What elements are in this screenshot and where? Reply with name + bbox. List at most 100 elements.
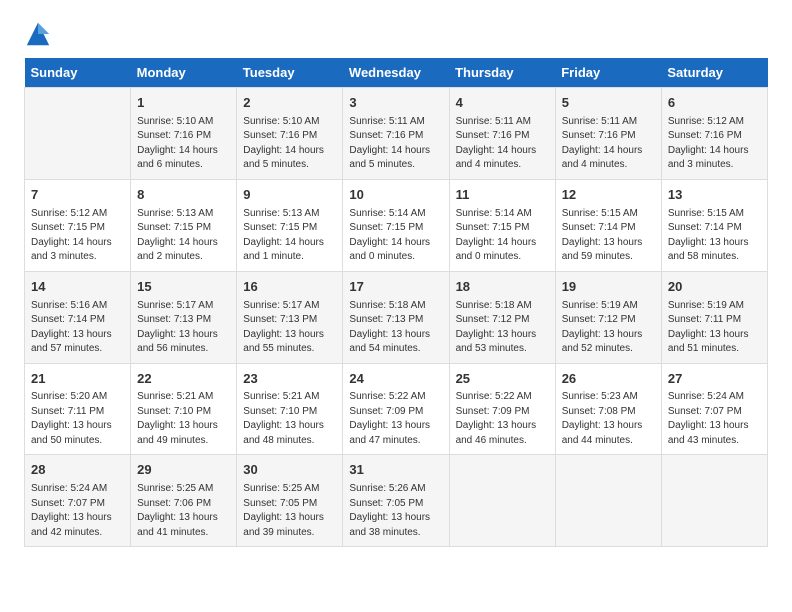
calendar-table: SundayMondayTuesdayWednesdayThursdayFrid…: [24, 58, 768, 547]
cell-info: Sunrise: 5:21 AM Sunset: 7:10 PM Dayligh…: [137, 390, 230, 448]
calendar-cell: [25, 88, 131, 180]
calendar-week-4: 28Sunrise: 5:24 AM Sunset: 7:07 PM Dayli…: [25, 455, 768, 547]
calendar-cell: 29 Sunrise: 5:25 AM Sunset: 7:06 PM Dayli…: [131, 455, 237, 547]
cell-info: Sunrise: 5:10 AM Sunset: 7:16 PM Dayligh…: [243, 115, 336, 173]
cell-info: Sunrise: 5:13 AM Sunset: 7:15 PM Dayligh…: [243, 207, 336, 265]
cell-info: Sunrise: 5:21 AM Sunset: 7:10 PM Dayligh…: [243, 390, 336, 448]
day-number: 11: [456, 186, 549, 205]
calendar-cell: 18 Sunrise: 5:18 AM Sunset: 7:12 PM Dayli…: [449, 271, 555, 363]
cell-info: Sunrise: 5:17 AM Sunset: 7:13 PM Dayligh…: [137, 299, 230, 357]
calendar-cell: 21Sunrise: 5:20 AM Sunset: 7:11 PM Dayli…: [25, 363, 131, 455]
cell-info: Sunrise: 5:25 AM Sunset: 7:06 PM Dayligh…: [137, 482, 230, 540]
calendar-week-1: 7 Sunrise: 5:12 AM Sunset: 7:15 PM Daylig…: [25, 179, 768, 271]
day-number: 8: [137, 186, 230, 205]
calendar-cell: 3 Sunrise: 5:11 AM Sunset: 7:16 PM Daylig…: [343, 88, 449, 180]
calendar-cell: 23Sunrise: 5:21 AM Sunset: 7:10 PM Dayli…: [237, 363, 343, 455]
cell-info: Sunrise: 5:16 AM Sunset: 7:14 PM Dayligh…: [31, 299, 124, 357]
cell-info: Sunrise: 5:11 AM Sunset: 7:16 PM Dayligh…: [349, 115, 442, 173]
calendar-cell: 30Sunrise: 5:25 AM Sunset: 7:05 PM Dayli…: [237, 455, 343, 547]
calendar-cell: 11 Sunrise: 5:14 AM Sunset: 7:15 PM Dayli…: [449, 179, 555, 271]
day-number: 18: [456, 278, 549, 297]
calendar-cell: [661, 455, 767, 547]
header-day-wednesday: Wednesday: [343, 58, 449, 88]
calendar-cell: 16Sunrise: 5:17 AM Sunset: 7:13 PM Dayli…: [237, 271, 343, 363]
cell-info: Sunrise: 5:18 AM Sunset: 7:12 PM Dayligh…: [456, 299, 549, 357]
calendar-cell: 25Sunrise: 5:22 AM Sunset: 7:09 PM Dayli…: [449, 363, 555, 455]
day-number: 31: [349, 461, 442, 480]
cell-info: Sunrise: 5:11 AM Sunset: 7:16 PM Dayligh…: [456, 115, 549, 173]
day-number: 14: [31, 278, 124, 297]
day-number: 10: [349, 186, 442, 205]
calendar-cell: 31 Sunrise: 5:26 AM Sunset: 7:05 PM Dayli…: [343, 455, 449, 547]
calendar-cell: 5 Sunrise: 5:11 AM Sunset: 7:16 PM Daylig…: [555, 88, 661, 180]
cell-info: Sunrise: 5:20 AM Sunset: 7:11 PM Dayligh…: [31, 390, 124, 448]
calendar-cell: 20 Sunrise: 5:19 AM Sunset: 7:11 PM Dayli…: [661, 271, 767, 363]
calendar-cell: 14 Sunrise: 5:16 AM Sunset: 7:14 PM Dayli…: [25, 271, 131, 363]
calendar-cell: 27Sunrise: 5:24 AM Sunset: 7:07 PM Dayli…: [661, 363, 767, 455]
header: [24, 20, 768, 48]
cell-info: Sunrise: 5:22 AM Sunset: 7:09 PM Dayligh…: [456, 390, 549, 448]
day-number: 3: [349, 94, 442, 113]
calendar-cell: 26Sunrise: 5:23 AM Sunset: 7:08 PM Dayli…: [555, 363, 661, 455]
day-number: 19: [562, 278, 655, 297]
cell-info: Sunrise: 5:13 AM Sunset: 7:15 PM Dayligh…: [137, 207, 230, 265]
day-number: 4: [456, 94, 549, 113]
day-number: 5: [562, 94, 655, 113]
calendar-cell: 8 Sunrise: 5:13 AM Sunset: 7:15 PM Daylig…: [131, 179, 237, 271]
day-number: 25: [456, 370, 549, 389]
calendar-week-0: 1 Sunrise: 5:10 AM Sunset: 7:16 PM Daylig…: [25, 88, 768, 180]
day-number: 23: [243, 370, 336, 389]
calendar-header-row: SundayMondayTuesdayWednesdayThursdayFrid…: [25, 58, 768, 88]
cell-info: Sunrise: 5:24 AM Sunset: 7:07 PM Dayligh…: [668, 390, 761, 448]
header-day-sunday: Sunday: [25, 58, 131, 88]
calendar-cell: 15Sunrise: 5:17 AM Sunset: 7:13 PM Dayli…: [131, 271, 237, 363]
cell-info: Sunrise: 5:14 AM Sunset: 7:15 PM Dayligh…: [456, 207, 549, 265]
calendar-cell: 2Sunrise: 5:10 AM Sunset: 7:16 PM Daylig…: [237, 88, 343, 180]
calendar-cell: 12Sunrise: 5:15 AM Sunset: 7:14 PM Dayli…: [555, 179, 661, 271]
calendar-week-3: 21Sunrise: 5:20 AM Sunset: 7:11 PM Dayli…: [25, 363, 768, 455]
calendar-cell: 22Sunrise: 5:21 AM Sunset: 7:10 PM Dayli…: [131, 363, 237, 455]
cell-info: Sunrise: 5:12 AM Sunset: 7:15 PM Dayligh…: [31, 207, 124, 265]
calendar-cell: 19 Sunrise: 5:19 AM Sunset: 7:12 PM Dayli…: [555, 271, 661, 363]
day-number: 1: [137, 94, 230, 113]
day-number: 7: [31, 186, 124, 205]
cell-info: Sunrise: 5:18 AM Sunset: 7:13 PM Dayligh…: [349, 299, 442, 357]
cell-info: Sunrise: 5:26 AM Sunset: 7:05 PM Dayligh…: [349, 482, 442, 540]
header-day-monday: Monday: [131, 58, 237, 88]
calendar-week-2: 14 Sunrise: 5:16 AM Sunset: 7:14 PM Dayli…: [25, 271, 768, 363]
day-number: 20: [668, 278, 761, 297]
header-day-friday: Friday: [555, 58, 661, 88]
cell-info: Sunrise: 5:15 AM Sunset: 7:14 PM Dayligh…: [668, 207, 761, 265]
cell-info: Sunrise: 5:19 AM Sunset: 7:12 PM Dayligh…: [562, 299, 655, 357]
calendar-cell: 24Sunrise: 5:22 AM Sunset: 7:09 PM Dayli…: [343, 363, 449, 455]
day-number: 26: [562, 370, 655, 389]
logo: [24, 20, 56, 48]
cell-info: Sunrise: 5:11 AM Sunset: 7:16 PM Dayligh…: [562, 115, 655, 173]
day-number: 22: [137, 370, 230, 389]
calendar-cell: 9 Sunrise: 5:13 AM Sunset: 7:15 PM Daylig…: [237, 179, 343, 271]
day-number: 13: [668, 186, 761, 205]
cell-info: Sunrise: 5:24 AM Sunset: 7:07 PM Dayligh…: [31, 482, 124, 540]
cell-info: Sunrise: 5:19 AM Sunset: 7:11 PM Dayligh…: [668, 299, 761, 357]
calendar-cell: 7 Sunrise: 5:12 AM Sunset: 7:15 PM Daylig…: [25, 179, 131, 271]
day-number: 16: [243, 278, 336, 297]
cell-info: Sunrise: 5:22 AM Sunset: 7:09 PM Dayligh…: [349, 390, 442, 448]
calendar-cell: 17Sunrise: 5:18 AM Sunset: 7:13 PM Dayli…: [343, 271, 449, 363]
logo-icon: [24, 20, 52, 48]
calendar-cell: 13 Sunrise: 5:15 AM Sunset: 7:14 PM Dayli…: [661, 179, 767, 271]
header-day-tuesday: Tuesday: [237, 58, 343, 88]
cell-info: Sunrise: 5:10 AM Sunset: 7:16 PM Dayligh…: [137, 115, 230, 173]
day-number: 27: [668, 370, 761, 389]
day-number: 6: [668, 94, 761, 113]
calendar-cell: 10 Sunrise: 5:14 AM Sunset: 7:15 PM Dayli…: [343, 179, 449, 271]
header-day-thursday: Thursday: [449, 58, 555, 88]
cell-info: Sunrise: 5:23 AM Sunset: 7:08 PM Dayligh…: [562, 390, 655, 448]
cell-info: Sunrise: 5:14 AM Sunset: 7:15 PM Dayligh…: [349, 207, 442, 265]
header-day-saturday: Saturday: [661, 58, 767, 88]
calendar-cell: [555, 455, 661, 547]
calendar-cell: [449, 455, 555, 547]
day-number: 21: [31, 370, 124, 389]
day-number: 29: [137, 461, 230, 480]
calendar-cell: 6Sunrise: 5:12 AM Sunset: 7:16 PM Daylig…: [661, 88, 767, 180]
day-number: 9: [243, 186, 336, 205]
